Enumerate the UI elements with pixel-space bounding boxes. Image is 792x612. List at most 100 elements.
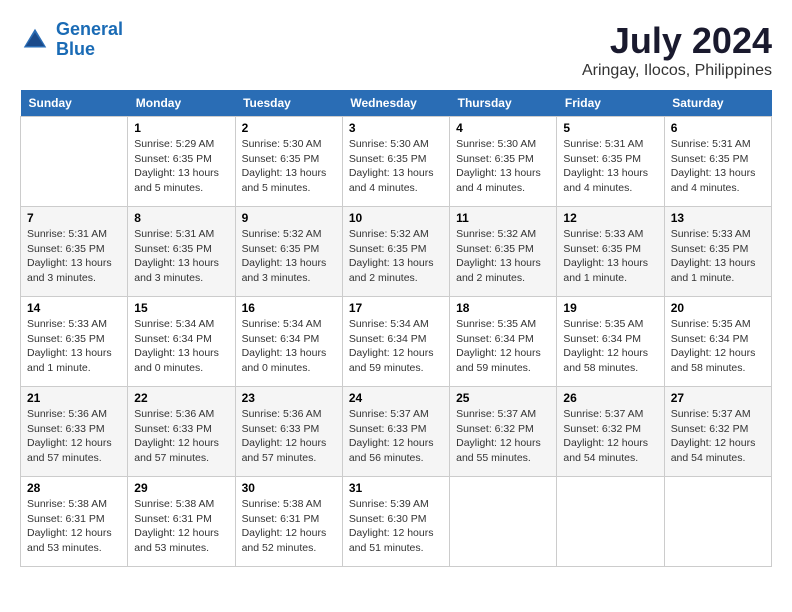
- calendar-cell: 9 Sunrise: 5:32 AM Sunset: 6:35 PM Daylig…: [235, 207, 342, 297]
- day-number: 2: [242, 121, 336, 135]
- location: Aringay, Ilocos, Philippines: [582, 62, 772, 80]
- weekday-header-sunday: Sunday: [21, 90, 128, 117]
- day-info: Sunrise: 5:35 AM Sunset: 6:34 PM Dayligh…: [671, 317, 765, 376]
- calendar-cell: [557, 477, 664, 567]
- day-info: Sunrise: 5:37 AM Sunset: 6:32 PM Dayligh…: [671, 407, 765, 466]
- calendar-cell: 30 Sunrise: 5:38 AM Sunset: 6:31 PM Dayli…: [235, 477, 342, 567]
- logo-text: General Blue: [56, 20, 123, 60]
- day-info: Sunrise: 5:34 AM Sunset: 6:34 PM Dayligh…: [242, 317, 336, 376]
- day-info: Sunrise: 5:33 AM Sunset: 6:35 PM Dayligh…: [27, 317, 121, 376]
- weekday-header-tuesday: Tuesday: [235, 90, 342, 117]
- day-number: 19: [563, 301, 657, 315]
- calendar-cell: 1 Sunrise: 5:29 AM Sunset: 6:35 PM Daylig…: [128, 117, 235, 207]
- day-number: 3: [349, 121, 443, 135]
- calendar-cell: [664, 477, 771, 567]
- day-number: 5: [563, 121, 657, 135]
- day-info: Sunrise: 5:39 AM Sunset: 6:30 PM Dayligh…: [349, 497, 443, 556]
- day-number: 4: [456, 121, 550, 135]
- day-number: 18: [456, 301, 550, 315]
- weekday-header-row: SundayMondayTuesdayWednesdayThursdayFrid…: [21, 90, 772, 117]
- title-section: July 2024 Aringay, Ilocos, Philippines: [582, 20, 772, 80]
- day-number: 23: [242, 391, 336, 405]
- day-info: Sunrise: 5:33 AM Sunset: 6:35 PM Dayligh…: [671, 227, 765, 286]
- logo: General Blue: [20, 20, 123, 60]
- day-info: Sunrise: 5:34 AM Sunset: 6:34 PM Dayligh…: [134, 317, 228, 376]
- calendar-cell: [450, 477, 557, 567]
- calendar-cell: 15 Sunrise: 5:34 AM Sunset: 6:34 PM Dayli…: [128, 297, 235, 387]
- page-header: General Blue July 2024 Aringay, Ilocos, …: [20, 20, 772, 80]
- day-number: 22: [134, 391, 228, 405]
- day-info: Sunrise: 5:30 AM Sunset: 6:35 PM Dayligh…: [242, 137, 336, 196]
- day-number: 16: [242, 301, 336, 315]
- day-info: Sunrise: 5:33 AM Sunset: 6:35 PM Dayligh…: [563, 227, 657, 286]
- week-row-2: 7 Sunrise: 5:31 AM Sunset: 6:35 PM Daylig…: [21, 207, 772, 297]
- day-number: 28: [27, 481, 121, 495]
- day-number: 13: [671, 211, 765, 225]
- calendar-cell: 25 Sunrise: 5:37 AM Sunset: 6:32 PM Dayli…: [450, 387, 557, 477]
- calendar-cell: 27 Sunrise: 5:37 AM Sunset: 6:32 PM Dayli…: [664, 387, 771, 477]
- day-info: Sunrise: 5:31 AM Sunset: 6:35 PM Dayligh…: [671, 137, 765, 196]
- day-info: Sunrise: 5:36 AM Sunset: 6:33 PM Dayligh…: [27, 407, 121, 466]
- day-info: Sunrise: 5:32 AM Sunset: 6:35 PM Dayligh…: [456, 227, 550, 286]
- day-number: 14: [27, 301, 121, 315]
- calendar-cell: 19 Sunrise: 5:35 AM Sunset: 6:34 PM Dayli…: [557, 297, 664, 387]
- day-number: 25: [456, 391, 550, 405]
- day-number: 17: [349, 301, 443, 315]
- calendar-cell: [21, 117, 128, 207]
- day-info: Sunrise: 5:31 AM Sunset: 6:35 PM Dayligh…: [27, 227, 121, 286]
- weekday-header-wednesday: Wednesday: [342, 90, 449, 117]
- day-number: 9: [242, 211, 336, 225]
- day-number: 10: [349, 211, 443, 225]
- calendar-cell: 6 Sunrise: 5:31 AM Sunset: 6:35 PM Daylig…: [664, 117, 771, 207]
- day-info: Sunrise: 5:38 AM Sunset: 6:31 PM Dayligh…: [242, 497, 336, 556]
- day-info: Sunrise: 5:29 AM Sunset: 6:35 PM Dayligh…: [134, 137, 228, 196]
- day-number: 15: [134, 301, 228, 315]
- day-info: Sunrise: 5:36 AM Sunset: 6:33 PM Dayligh…: [242, 407, 336, 466]
- calendar-cell: 4Sunrise: 5:30 AM Sunset: 6:35 PM Daylig…: [450, 117, 557, 207]
- day-number: 29: [134, 481, 228, 495]
- calendar-cell: 5Sunrise: 5:31 AM Sunset: 6:35 PM Daylig…: [557, 117, 664, 207]
- day-info: Sunrise: 5:35 AM Sunset: 6:34 PM Dayligh…: [563, 317, 657, 376]
- calendar-cell: 13 Sunrise: 5:33 AM Sunset: 6:35 PM Dayli…: [664, 207, 771, 297]
- calendar-cell: 14 Sunrise: 5:33 AM Sunset: 6:35 PM Dayli…: [21, 297, 128, 387]
- calendar-cell: 2 Sunrise: 5:30 AM Sunset: 6:35 PM Daylig…: [235, 117, 342, 207]
- day-info: Sunrise: 5:37 AM Sunset: 6:32 PM Dayligh…: [456, 407, 550, 466]
- calendar-cell: 28 Sunrise: 5:38 AM Sunset: 6:31 PM Dayli…: [21, 477, 128, 567]
- day-info: Sunrise: 5:38 AM Sunset: 6:31 PM Dayligh…: [27, 497, 121, 556]
- day-info: Sunrise: 5:37 AM Sunset: 6:32 PM Dayligh…: [563, 407, 657, 466]
- day-number: 6: [671, 121, 765, 135]
- calendar-cell: 10Sunrise: 5:32 AM Sunset: 6:35 PM Dayli…: [342, 207, 449, 297]
- calendar-cell: 26 Sunrise: 5:37 AM Sunset: 6:32 PM Dayli…: [557, 387, 664, 477]
- logo-icon: [20, 25, 50, 55]
- day-number: 1: [134, 121, 228, 135]
- week-row-5: 28 Sunrise: 5:38 AM Sunset: 6:31 PM Dayli…: [21, 477, 772, 567]
- day-number: 7: [27, 211, 121, 225]
- day-info: Sunrise: 5:36 AM Sunset: 6:33 PM Dayligh…: [134, 407, 228, 466]
- week-row-4: 21Sunrise: 5:36 AM Sunset: 6:33 PM Dayli…: [21, 387, 772, 477]
- week-row-3: 14 Sunrise: 5:33 AM Sunset: 6:35 PM Dayli…: [21, 297, 772, 387]
- day-number: 30: [242, 481, 336, 495]
- day-info: Sunrise: 5:37 AM Sunset: 6:33 PM Dayligh…: [349, 407, 443, 466]
- calendar-cell: 8Sunrise: 5:31 AM Sunset: 6:35 PM Daylig…: [128, 207, 235, 297]
- day-number: 26: [563, 391, 657, 405]
- day-info: Sunrise: 5:32 AM Sunset: 6:35 PM Dayligh…: [242, 227, 336, 286]
- day-number: 12: [563, 211, 657, 225]
- weekday-header-monday: Monday: [128, 90, 235, 117]
- day-number: 11: [456, 211, 550, 225]
- day-number: 8: [134, 211, 228, 225]
- calendar-cell: 21Sunrise: 5:36 AM Sunset: 6:33 PM Dayli…: [21, 387, 128, 477]
- calendar-cell: 22 Sunrise: 5:36 AM Sunset: 6:33 PM Dayli…: [128, 387, 235, 477]
- calendar-cell: 17 Sunrise: 5:34 AM Sunset: 6:34 PM Dayli…: [342, 297, 449, 387]
- calendar-cell: 3Sunrise: 5:30 AM Sunset: 6:35 PM Daylig…: [342, 117, 449, 207]
- calendar-table: SundayMondayTuesdayWednesdayThursdayFrid…: [20, 90, 772, 567]
- day-info: Sunrise: 5:34 AM Sunset: 6:34 PM Dayligh…: [349, 317, 443, 376]
- day-info: Sunrise: 5:35 AM Sunset: 6:34 PM Dayligh…: [456, 317, 550, 376]
- calendar-cell: 16 Sunrise: 5:34 AM Sunset: 6:34 PM Dayli…: [235, 297, 342, 387]
- week-row-1: 1 Sunrise: 5:29 AM Sunset: 6:35 PM Daylig…: [21, 117, 772, 207]
- calendar-cell: 29 Sunrise: 5:38 AM Sunset: 6:31 PM Dayli…: [128, 477, 235, 567]
- day-info: Sunrise: 5:38 AM Sunset: 6:31 PM Dayligh…: [134, 497, 228, 556]
- weekday-header-friday: Friday: [557, 90, 664, 117]
- weekday-header-thursday: Thursday: [450, 90, 557, 117]
- day-number: 27: [671, 391, 765, 405]
- calendar-cell: 31Sunrise: 5:39 AM Sunset: 6:30 PM Dayli…: [342, 477, 449, 567]
